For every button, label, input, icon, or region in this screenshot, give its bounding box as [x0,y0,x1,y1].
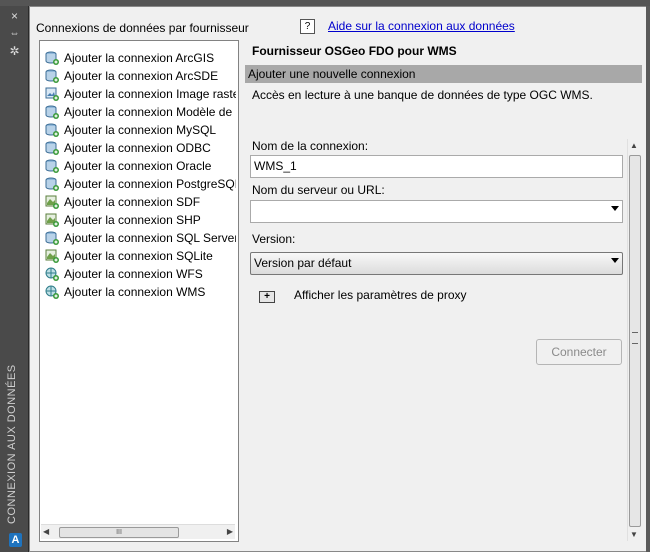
db-connection-icon [45,231,59,245]
server-url-label: Nom du serveur ou URL: [252,183,385,197]
autocad-logo-icon: A [9,533,22,547]
provider-description: Accès en lecture à une banque de données… [252,88,593,102]
db-connection-icon [45,177,59,191]
chevron-down-icon[interactable] [611,206,619,211]
scroll-thumb[interactable]: III [59,527,179,538]
db-connection-icon [45,123,59,137]
provider-list-item[interactable]: Ajouter la connexion WFS [40,265,236,283]
server-url-combobox[interactable] [250,200,623,223]
provider-list: Ajouter la connexion ArcGIS Ajouter la co… [39,40,239,542]
provider-list-item-label: Ajouter la connexion Image raster [64,87,236,101]
db-connection-icon [45,159,59,173]
version-select[interactable]: Version par défaut [250,252,623,275]
provider-list-item[interactable]: Ajouter la connexion MySQL [40,121,236,139]
vertical-scrollbar[interactable]: ▲ ▼ [627,139,641,541]
help-icon[interactable]: ? [300,19,315,34]
provider-list-title: Connexions de données par fournisseur [36,21,249,35]
provider-list-item[interactable]: Ajouter la connexion Modèle de données [40,103,236,121]
scroll-down-icon[interactable]: ▼ [630,530,638,539]
file-connection-icon [45,249,59,263]
db-connection-icon [45,105,59,119]
db-connection-icon [45,141,59,155]
scroll-up-icon[interactable]: ▲ [630,141,638,150]
settings-icon[interactable]: ✲ [8,45,21,58]
provider-list-item-label: Ajouter la connexion SQL Server [64,231,236,245]
provider-list-item-label: Ajouter la connexion SDF [64,195,201,209]
connection-name-value: WMS_1 [254,159,297,173]
palette-title: CONNEXION AUX DONNÉES [6,364,18,524]
provider-list-item-label: Ajouter la connexion Modèle de données [64,105,236,119]
provider-list-item[interactable]: Ajouter la connexion WMS [40,283,236,301]
web-connection-icon [45,285,59,299]
section-header-label: Ajouter une nouvelle connexion [248,67,416,81]
provider-list-item[interactable]: Ajouter la connexion SQLite [40,247,236,265]
file-connection-icon [45,213,59,227]
provider-title: Fournisseur OSGeo FDO pour WMS [252,44,457,58]
provider-list-item-label: Ajouter la connexion ArcGIS [64,51,215,65]
provider-list-item-label: Ajouter la connexion ODBC [64,141,211,155]
provider-list-item-label: Ajouter la connexion WMS [64,285,206,299]
version-value: Version par défaut [254,256,352,270]
web-connection-icon [45,267,59,281]
palette-side-bar: × ⇔ ✲ CONNEXION AUX DONNÉES A [0,6,29,552]
provider-list-item[interactable]: Ajouter la connexion SQL Server [40,229,236,247]
version-label: Version: [252,232,296,246]
provider-list-item[interactable]: Ajouter la connexion ArcGIS [40,49,236,67]
connection-name-label: Nom de la connexion: [252,139,369,153]
provider-list-item-label: Ajouter la connexion ArcSDE [64,69,219,83]
provider-list-item[interactable]: Ajouter la connexion ODBC [40,139,236,157]
scroll-left-icon[interactable]: ◀ [43,527,49,536]
provider-list-item-label: Ajouter la connexion SHP [64,213,201,227]
chevron-down-icon[interactable] [611,258,619,263]
scroll-right-icon[interactable]: ▶ [227,527,233,536]
file-connection-icon [45,195,59,209]
close-icon[interactable]: × [8,10,21,23]
data-connect-panel: Connexions de données par fournisseur ? … [29,6,648,552]
provider-list-item[interactable]: Ajouter la connexion PostgreSQL [40,175,236,193]
provider-list-item[interactable]: Ajouter la connexion Image raster [40,85,236,103]
provider-list-item[interactable]: Ajouter la connexion Oracle [40,157,236,175]
scroll-thumb[interactable] [629,155,641,527]
scroll-grip-icon [632,332,638,344]
db-connection-icon [45,69,59,83]
image-connection-icon [45,87,59,101]
provider-list-item-label: Ajouter la connexion Oracle [64,159,212,173]
provider-list-item-label: Ajouter la connexion SQLite [64,249,213,263]
window-edge [646,6,650,552]
expand-proxy-icon[interactable]: + [259,291,275,303]
pin-icon[interactable]: ⇔ [8,27,21,40]
provider-list-item[interactable]: Ajouter la connexion SDF [40,193,236,211]
provider-list-item-label: Ajouter la connexion PostgreSQL [64,177,236,191]
section-header: Ajouter une nouvelle connexion [245,65,642,83]
connect-button[interactable]: Connecter [536,339,622,365]
provider-list-item[interactable]: Ajouter la connexion ArcSDE [40,67,236,85]
provider-list-item-label: Ajouter la connexion MySQL [64,123,217,137]
db-connection-icon [45,51,59,65]
connection-name-input[interactable]: WMS_1 [250,155,623,178]
horizontal-scrollbar[interactable]: ◀ III ▶ [41,524,235,539]
proxy-settings-label[interactable]: Afficher les paramètres de proxy [294,288,467,302]
provider-list-item-label: Ajouter la connexion WFS [64,267,203,281]
help-link[interactable]: Aide sur la connexion aux données [328,19,515,33]
provider-list-item[interactable]: Ajouter la connexion SHP [40,211,236,229]
